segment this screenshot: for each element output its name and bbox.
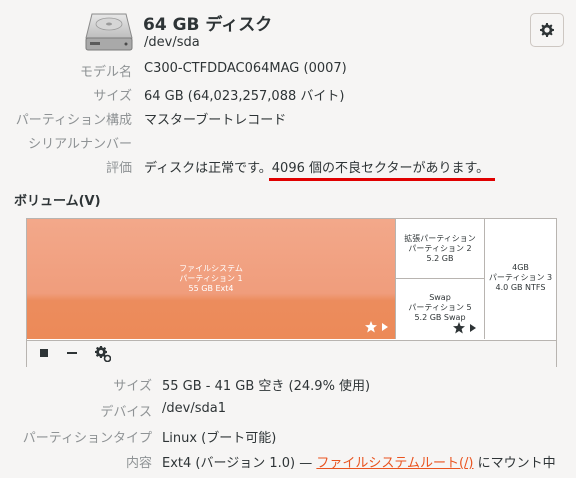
bad-sector-highlight: [269, 178, 495, 181]
partition-1-size: 55 GB Ext4: [188, 284, 234, 293]
partition-type-label: パーティションタイプ: [22, 431, 152, 446]
partition-divider: [395, 219, 396, 339]
partition-1-name: ファイルシステム: [179, 264, 243, 273]
hard-disk-icon: [84, 10, 134, 54]
delete-partition-button[interactable]: [67, 348, 77, 358]
model-label: モデル名: [79, 65, 132, 80]
partition-5-block[interactable]: Swap パーティション 5 5.2 GB Swap: [396, 279, 484, 339]
partitioning-label: パーティション構成: [15, 113, 132, 128]
partition-3-size: 4.0 GB NTFS: [495, 283, 546, 292]
assessment-value: ディスクは正常です。4096 個の不良セクターがあります。: [144, 161, 490, 176]
contents-value: Ext4 (バージョン 1.0) — ファイルシステムルート(/) にマウント中: [162, 452, 556, 471]
disk-path: /dev/sda: [144, 35, 200, 50]
serial-label: シリアルナンバー: [28, 137, 132, 152]
partition-divider: [484, 219, 485, 339]
partition-5-name: Swap: [429, 293, 451, 302]
partition-2-name: 拡張パーティション: [404, 234, 476, 243]
partition-2-sub: パーティション 2: [408, 244, 472, 253]
disk-title: 64 GB ディスク: [143, 15, 273, 35]
partition-1-block[interactable]: ファイルシステム パーティション 1 55 GB Ext4: [27, 219, 395, 339]
size-label: サイズ: [93, 89, 132, 104]
partition-size-label: サイズ: [113, 379, 152, 394]
volume-toolbar: [27, 340, 556, 367]
swap-star-icon: [453, 322, 476, 334]
assessment-label: 評価: [105, 161, 132, 176]
partitioning-value: マスターブートレコード: [144, 113, 287, 128]
gear-icon: [540, 23, 554, 37]
partition-2-size: 5.2 GB: [426, 254, 454, 263]
minus-icon: [67, 352, 77, 354]
partition-3-name: 4GB: [512, 263, 529, 272]
mounted-star-icon: [365, 321, 388, 333]
volumes-heading: ボリューム(V): [14, 194, 101, 209]
partition-5-sub: パーティション 5: [408, 303, 472, 312]
cog-icon: [95, 346, 111, 362]
model-value: C300-CTFDDAC064MAG (0007): [144, 61, 347, 76]
device-value: /dev/sda1: [162, 401, 226, 416]
partition-size-value: 55 GB - 41 GB 空き (24.9% 使用): [162, 379, 371, 394]
contents-suffix: にマウント中: [473, 456, 556, 471]
partition-1-sub: パーティション 1: [179, 274, 243, 283]
partition-type-value: Linux (ブート可能): [162, 431, 277, 446]
contents-label: 内容: [125, 456, 152, 471]
disk-menu-button[interactable]: [530, 13, 564, 47]
contents-prefix: Ext4 (バージョン 1.0) —: [162, 456, 317, 471]
partition-divider: [396, 278, 484, 279]
device-label: デバイス: [100, 405, 152, 420]
partition-2-block[interactable]: 拡張パーティション パーティション 2 5.2 GB: [396, 219, 484, 278]
stop-icon: [40, 349, 48, 357]
size-value: 64 GB (64,023,257,088 バイト): [144, 89, 345, 104]
partition-3-block[interactable]: 4GB パーティション 3 4.0 GB NTFS: [485, 219, 556, 339]
unmount-button[interactable]: [39, 348, 49, 358]
mount-point-link[interactable]: ファイルシステムルート(/): [316, 456, 473, 471]
partition-3-sub: パーティション 3: [488, 273, 553, 282]
partition-options-button[interactable]: [95, 346, 111, 362]
